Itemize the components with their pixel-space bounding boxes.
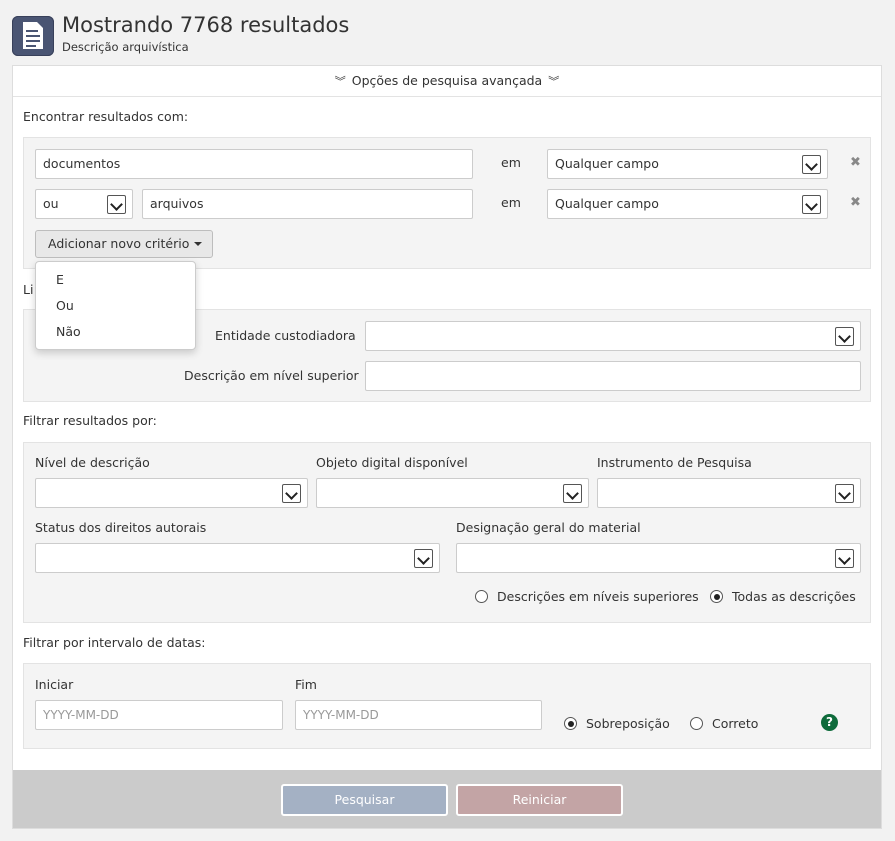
chevron-down-icon <box>835 327 854 346</box>
reset-button[interactable]: Reiniciar <box>456 784 623 816</box>
search-query-input-2[interactable]: arquivos <box>142 189 473 219</box>
page-header: Mostrando 7768 resultados Descrição arqu… <box>12 13 872 58</box>
in-label-1: em <box>501 155 521 170</box>
document-icon <box>12 16 54 56</box>
close-icon[interactable]: ✖ <box>850 195 861 210</box>
operator-value: ou <box>43 196 59 211</box>
top-level-label: Descrições em níveis superiores <box>497 589 699 604</box>
top-level-radio[interactable] <box>475 590 488 603</box>
add-criterion-menu: E Ou Não <box>35 261 196 350</box>
date-range-well: Iniciar YYYY-MM-DD Fim YYYY-MM-DD Sobrep… <box>23 663 871 749</box>
page-subtitle: Descrição arquivística <box>62 40 189 54</box>
date-range-heading: Filtrar por intervalo de datas: <box>23 635 206 650</box>
menu-item-or[interactable]: Ou <box>56 298 74 313</box>
field-select-value: Qualquer campo <box>555 156 659 171</box>
material-label: Designação geral do material <box>456 520 641 535</box>
chevron-down-icon <box>802 155 821 174</box>
all-descriptions-label: Todas as descrições <box>732 589 856 604</box>
advanced-options-toggle[interactable]: ︾ Opções de pesquisa avançada ︾ <box>13 66 881 97</box>
start-date-input[interactable]: YYYY-MM-DD <box>35 700 283 730</box>
criteria-heading: Encontrar resultados com: <box>23 109 189 124</box>
double-chevron-down-icon: ︾ <box>334 75 346 88</box>
end-date-label: Fim <box>295 677 317 692</box>
chevron-down-icon <box>835 484 854 503</box>
menu-item-and[interactable]: E <box>56 272 64 287</box>
chevron-down-icon <box>563 484 582 503</box>
chevron-down-icon <box>802 195 821 214</box>
level-select[interactable] <box>35 478 308 508</box>
level-label: Nível de descrição <box>35 455 150 470</box>
parent-description-input[interactable] <box>365 361 861 391</box>
repository-label: Entidade custodiadora <box>215 328 356 343</box>
all-descriptions-radio[interactable] <box>710 590 723 603</box>
operator-select[interactable]: ou <box>35 189 133 219</box>
help-icon[interactable]: ? <box>821 714 838 731</box>
search-query-input-1[interactable]: documentos <box>35 149 473 179</box>
chevron-down-icon <box>414 549 433 568</box>
in-label-2: em <box>501 195 521 210</box>
repository-select[interactable] <box>365 321 861 351</box>
copyright-label: Status dos direitos autorais <box>35 520 207 535</box>
overlap-label: Sobreposição <box>586 716 670 731</box>
close-icon[interactable]: ✖ <box>850 155 861 170</box>
chevron-down-icon <box>107 195 126 214</box>
field-select-1[interactable]: Qualquer campo <box>547 149 828 179</box>
exact-label: Correto <box>712 716 759 731</box>
add-criterion-label: Adicionar novo critério <box>48 236 190 251</box>
search-button[interactable]: Pesquisar <box>281 784 448 816</box>
field-select-2[interactable]: Qualquer campo <box>547 189 828 219</box>
filter-well: Nível de descrição Objeto digital dispon… <box>23 442 871 623</box>
add-criterion-button[interactable]: Adicionar novo critério <box>35 230 213 258</box>
caret-down-icon <box>194 242 202 246</box>
form-actions: Pesquisar Reiniciar <box>13 770 881 828</box>
overlap-radio[interactable] <box>564 717 577 730</box>
advanced-search-panel: ︾ Opções de pesquisa avançada ︾ Encontrar … <box>12 65 882 829</box>
limit-heading: Li <box>23 282 34 297</box>
copyright-select[interactable] <box>35 543 440 573</box>
finding-aid-select[interactable] <box>597 478 861 508</box>
start-date-label: Iniciar <box>35 677 74 692</box>
finding-aid-label: Instrumento de Pesquisa <box>597 455 752 470</box>
exact-radio[interactable] <box>690 717 703 730</box>
end-date-input[interactable]: YYYY-MM-DD <box>295 700 542 730</box>
parent-description-label: Descrição em nível superior <box>184 368 359 383</box>
field-select-value: Qualquer campo <box>555 196 659 211</box>
chevron-down-icon <box>835 549 854 568</box>
advanced-options-label: Opções de pesquisa avançada <box>351 73 543 88</box>
chevron-down-icon <box>282 484 301 503</box>
digital-object-label: Objeto digital disponível <box>316 455 468 470</box>
filter-heading: Filtrar resultados por: <box>23 413 157 428</box>
page-title: Mostrando 7768 resultados <box>62 13 350 37</box>
menu-item-not[interactable]: Não <box>56 324 81 339</box>
digital-object-select[interactable] <box>316 478 589 508</box>
double-chevron-down-icon: ︾ <box>548 75 560 88</box>
material-select[interactable] <box>456 543 861 573</box>
